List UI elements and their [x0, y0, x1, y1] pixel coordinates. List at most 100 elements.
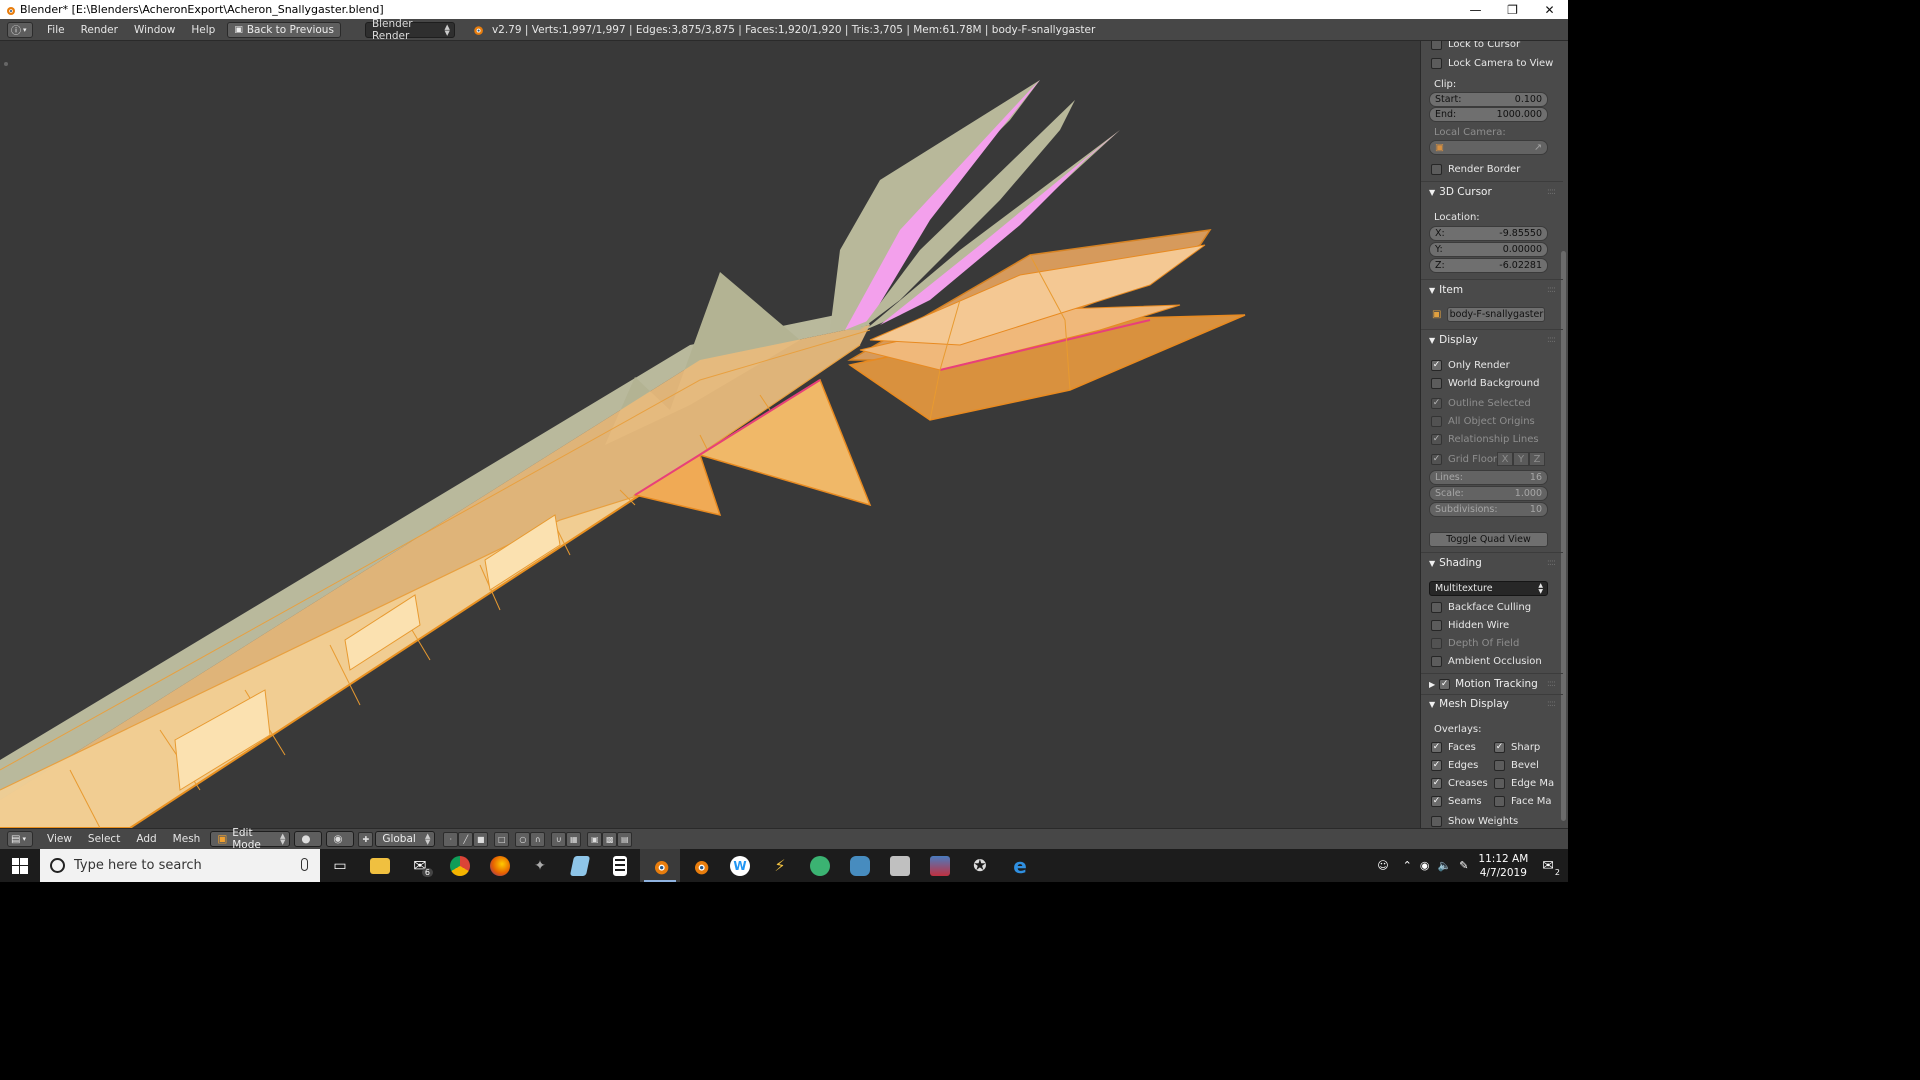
toggle-quad-view-button[interactable]: Toggle Quad View [1429, 532, 1548, 547]
menu-render[interactable]: Render [73, 24, 126, 36]
backface-culling-checkbox[interactable] [1431, 601, 1442, 613]
creases-checkbox[interactable]: ✓ [1431, 777, 1442, 789]
relationship-lines-checkbox[interactable]: ✓ [1431, 433, 1442, 445]
drag-grip-icon[interactable]: :::: [1547, 558, 1556, 568]
taskbar-clock[interactable]: 11:12 AM 4/7/2019 [1478, 852, 1528, 880]
manipulator-toggle-icon[interactable]: ✚ [358, 831, 374, 847]
task-view-button[interactable]: ▭ [320, 849, 360, 882]
cursor-x-field[interactable]: X: -9.85550 [1429, 226, 1548, 241]
world-background-row[interactable]: World Background [1421, 375, 1561, 391]
relationship-lines-row[interactable]: ✓ Relationship Lines [1421, 431, 1561, 447]
all-object-origins-row[interactable]: All Object Origins [1421, 413, 1561, 429]
microphone-icon[interactable] [301, 858, 308, 871]
lock-to-cursor-row[interactable]: Lock to Cursor [1421, 41, 1561, 51]
mode-select[interactable]: ▣ Edit Mode ▲ ▼ [210, 827, 291, 851]
snap-element-icon[interactable]: ▦ [566, 831, 582, 847]
lock-camera-row[interactable]: Lock Camera to View [1421, 55, 1561, 71]
seams-row[interactable]: ✓ Seams Face Ma [1421, 793, 1561, 809]
taskbar-app-notes[interactable] [560, 849, 600, 882]
shading-mode-select[interactable]: Multitexture ▲ ▼ [1429, 581, 1548, 596]
outline-selected-checkbox[interactable]: ✓ [1431, 397, 1442, 409]
grid-lines-field[interactable]: Lines: 16 [1429, 470, 1548, 485]
back-to-previous-button[interactable]: ▣ Back to Previous [227, 21, 341, 38]
opengl-render-icon[interactable]: ▤ [617, 831, 633, 847]
hidden-wire-checkbox[interactable] [1431, 619, 1442, 631]
volume-icon[interactable]: 🔈 [1438, 859, 1452, 872]
viewport-shading-select[interactable]: ● [294, 831, 323, 847]
close-button[interactable]: ✕ [1531, 0, 1568, 19]
taskbar-blender-2[interactable] [680, 849, 720, 882]
tray-chevron-icon[interactable]: ⌃ [1403, 859, 1412, 872]
only-render-row[interactable]: ✓ Only Render [1421, 357, 1561, 373]
taskbar-app-green[interactable] [800, 849, 840, 882]
clip-start-field[interactable]: Start: 0.100 [1429, 92, 1548, 107]
3d-cursor-panel-header[interactable]: ▼ 3D Cursor :::: [1421, 182, 1561, 202]
taskbar-app-bolt[interactable]: ⚡ [760, 849, 800, 882]
outline-selected-row[interactable]: ✓ Outline Selected [1421, 395, 1561, 411]
only-render-checkbox[interactable]: ✓ [1431, 359, 1442, 371]
menu-file[interactable]: File [39, 24, 73, 36]
lock-to-cursor-checkbox[interactable] [1431, 41, 1442, 50]
axis-x-toggle[interactable]: X [1497, 452, 1513, 466]
taskbar-edge[interactable]: e [1000, 849, 1040, 882]
bevel-checkbox[interactable] [1494, 759, 1505, 771]
backface-culling-row[interactable]: Backface Culling [1421, 599, 1561, 615]
3d-viewport[interactable] [0, 41, 1420, 828]
editor-type-button[interactable]: ⓘ ▾ [7, 21, 33, 38]
drag-grip-icon[interactable]: :::: [1547, 285, 1556, 295]
render-anim-icon[interactable]: ▩ [602, 831, 618, 847]
grid-floor-checkbox[interactable]: ✓ [1431, 453, 1442, 465]
taskbar-app-bird[interactable]: ✦ [520, 849, 560, 882]
pen-icon[interactable]: ✎ [1459, 859, 1468, 872]
display-panel-header[interactable]: ▼ Display :::: [1421, 330, 1561, 350]
depth-of-field-row[interactable]: Depth Of Field [1421, 635, 1561, 651]
menu-window[interactable]: Window [126, 24, 183, 36]
local-camera-field[interactable]: ▣ ↗ [1429, 140, 1548, 155]
action-center-button[interactable]: ✉ 2 [1542, 858, 1560, 877]
taskbar-firefox[interactable] [480, 849, 520, 882]
sharp-checkbox[interactable]: ✓ [1494, 741, 1505, 753]
edge-select-icon[interactable]: ╱ [458, 831, 474, 847]
drag-grip-icon[interactable]: :::: [1547, 187, 1556, 197]
menu-add[interactable]: Add [128, 833, 164, 845]
shading-panel-header[interactable]: ▼ Shading :::: [1421, 553, 1561, 573]
taskbar-mail[interactable]: ✉ 6 [400, 849, 440, 882]
faces-checkbox[interactable]: ✓ [1431, 741, 1442, 753]
face-select-icon[interactable]: ■ [473, 831, 489, 847]
vertex-select-icon[interactable]: · [443, 831, 459, 847]
drag-grip-icon[interactable]: :::: [1547, 335, 1556, 345]
menu-help[interactable]: Help [183, 24, 223, 36]
grid-scale-field[interactable]: Scale: 1.000 [1429, 486, 1548, 501]
snap-toggle-icon[interactable]: ∪ [551, 831, 567, 847]
ambient-occlusion-checkbox[interactable] [1431, 655, 1442, 667]
edges-checkbox[interactable]: ✓ [1431, 759, 1442, 771]
lock-camera-checkbox[interactable] [1431, 57, 1442, 69]
taskbar-file-explorer[interactable] [360, 849, 400, 882]
editor-type-button[interactable]: ▤ ▾ [7, 831, 33, 847]
object-name-field[interactable]: body-F-snallygaster [1447, 307, 1546, 322]
minimize-button[interactable]: — [1457, 0, 1494, 19]
people-icon[interactable]: ☺ [1377, 859, 1388, 872]
face-marks-checkbox[interactable] [1494, 795, 1505, 807]
motion-tracking-checkbox[interactable]: ✓ [1439, 678, 1451, 690]
hidden-wire-row[interactable]: Hidden Wire [1421, 617, 1561, 633]
limit-selection-icon[interactable]: □ [494, 831, 510, 847]
taskbar-search-box[interactable]: Type here to search [40, 849, 320, 882]
render-border-checkbox[interactable] [1431, 163, 1442, 175]
world-background-checkbox[interactable] [1431, 377, 1442, 389]
grid-subdivisions-field[interactable]: Subdivisions: 10 [1429, 502, 1548, 517]
taskbar-calculator[interactable] [600, 849, 640, 882]
axis-y-toggle[interactable]: Y [1513, 452, 1529, 466]
proportional-edit-icon[interactable]: ○ [515, 831, 531, 847]
menu-mesh[interactable]: Mesh [165, 833, 209, 845]
render-border-row[interactable]: Render Border [1421, 161, 1561, 177]
edge-marks-checkbox[interactable] [1494, 777, 1505, 789]
axis-z-toggle[interactable]: Z [1529, 452, 1545, 466]
clip-end-field[interactable]: End: 1000.000 [1429, 107, 1548, 122]
ambient-occlusion-row[interactable]: Ambient Occlusion [1421, 653, 1561, 669]
network-icon[interactable]: ◉ [1420, 859, 1430, 872]
sidebar-scrollbar[interactable] [1561, 41, 1566, 828]
cursor-z-field[interactable]: Z: -6.02281 [1429, 258, 1548, 273]
show-weights-checkbox[interactable] [1431, 815, 1442, 827]
depth-of-field-checkbox[interactable] [1431, 637, 1442, 649]
